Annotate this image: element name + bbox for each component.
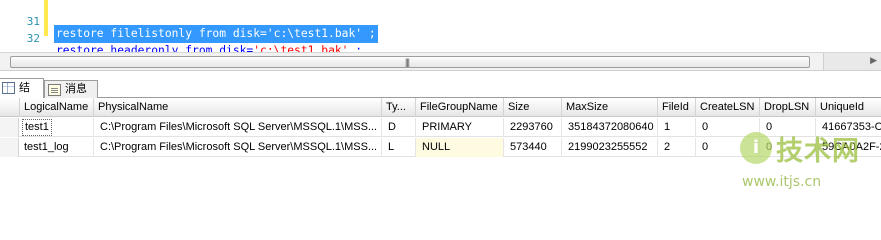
watermark-logo-icon: i <box>740 132 772 164</box>
column-header[interactable]: MaxSize <box>562 98 658 117</box>
cell-logical-name[interactable]: test1_log <box>20 138 94 157</box>
tab-messages[interactable]: 消息 <box>44 80 98 98</box>
cell-size[interactable]: 2293760 <box>504 118 562 137</box>
editor-line-31[interactable]: 31 restore filelistonly from disk='c:\te… <box>0 1 881 43</box>
editor-line-32[interactable]: 32 restore headeronly from disk='c:\test… <box>0 18 881 52</box>
column-header[interactable]: FileGroupName <box>416 98 504 117</box>
editor-horizontal-scrollbar[interactable]: ||| ▶ <box>0 52 881 71</box>
grid-corner-cell[interactable] <box>0 98 20 117</box>
scroll-right-arrow-icon[interactable]: ▶ <box>870 55 877 66</box>
watermark-title: 技术网 <box>776 136 860 167</box>
code-text[interactable]: restore headeronly from disk='c:\test1.b… <box>56 42 362 52</box>
code-string-segment: 'c:\test1.bak' <box>253 44 349 52</box>
focused-cell-text: test1 <box>22 119 52 136</box>
cell-max-size[interactable]: 2199023255552 <box>562 138 658 157</box>
column-header[interactable]: Ty... <box>382 98 416 117</box>
column-header[interactable]: PhysicalName <box>94 98 382 117</box>
sql-editor[interactable]: 31 restore filelistonly from disk='c:\te… <box>0 0 881 52</box>
column-header[interactable]: UniqueId <box>816 98 881 117</box>
column-header[interactable]: Size <box>504 98 562 117</box>
column-header[interactable]: CreateLSN <box>696 98 760 117</box>
scrollbar-thumb[interactable]: ||| <box>10 56 810 68</box>
grid-icon <box>2 82 15 94</box>
column-header[interactable]: FileId <box>658 98 696 117</box>
cell-logical-name[interactable]: test1 <box>20 118 94 137</box>
watermark: i 技术网 www.itjs.cn <box>734 120 881 200</box>
cell-file-id[interactable]: 1 <box>658 118 696 137</box>
grip-icon: ||| <box>405 57 410 67</box>
grid-header-row: LogicalName PhysicalName Ty... FileGroup… <box>0 98 881 117</box>
row-header[interactable] <box>0 138 19 157</box>
code-keyword-segment: restore headeronly from disk= <box>56 44 254 52</box>
cell-type[interactable]: L <box>382 138 416 157</box>
cell-filegroup-name-null[interactable]: NULL <box>416 138 504 157</box>
results-tab-bar: 结果 消息 <box>0 76 881 112</box>
cell-file-id[interactable]: 2 <box>658 138 696 157</box>
cell-filegroup-name[interactable]: PRIMARY <box>416 118 504 137</box>
cell-size[interactable]: 573440 <box>504 138 562 157</box>
tab-messages-label: 消息 <box>65 82 87 95</box>
line-number: 32 <box>26 32 40 45</box>
column-header[interactable]: DropLSN <box>760 98 816 117</box>
message-icon <box>48 84 61 96</box>
cell-physical-name[interactable]: C:\Program Files\Microsoft SQL Server\MS… <box>94 118 382 137</box>
tab-results[interactable]: 结果 <box>0 78 44 112</box>
cell-type[interactable]: D <box>382 118 416 137</box>
watermark-url: www.itjs.cn <box>742 174 822 190</box>
cell-max-size[interactable]: 35184372080640 <box>562 118 658 137</box>
row-header[interactable] <box>0 118 19 137</box>
code-terminator-segment: ; <box>348 44 363 52</box>
column-header[interactable]: LogicalName <box>20 98 94 117</box>
scrollbar-corner: ▶ <box>823 53 881 70</box>
cell-physical-name[interactable]: C:\Program Files\Microsoft SQL Server\MS… <box>94 138 382 157</box>
